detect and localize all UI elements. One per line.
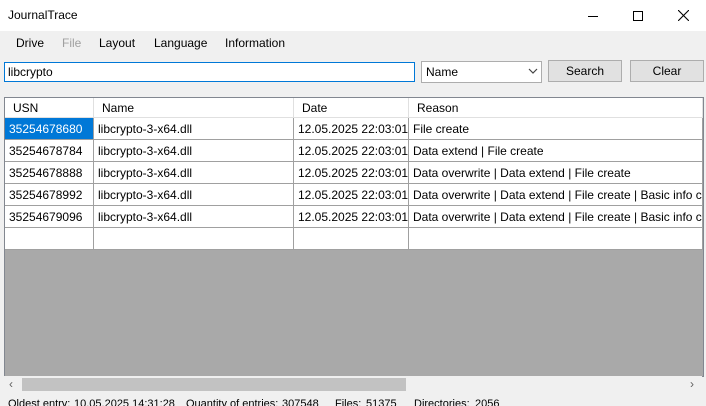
oldest-entry-label: Oldest entry: (8, 398, 71, 406)
window-title: JournalTrace (8, 8, 78, 22)
files-value: 51375 (366, 398, 397, 406)
column-header-name[interactable]: Name (94, 98, 294, 118)
cell-usn[interactable]: 35254679096 (5, 206, 94, 228)
column-header-date[interactable]: Date (294, 98, 409, 118)
cell-reason[interactable]: Data overwrite | Data extend | File crea… (409, 206, 703, 228)
column-header-usn[interactable]: USN (5, 98, 94, 118)
table-row[interactable]: 35254678992 libcrypto-3-x64.dll 12.05.20… (5, 184, 703, 206)
table-row[interactable]: 35254678680 libcrypto-3-x64.dll 12.05.20… (5, 118, 703, 140)
cell-usn-empty[interactable] (5, 228, 94, 250)
scrollbar-thumb[interactable] (22, 378, 406, 391)
search-input[interactable] (4, 62, 415, 82)
files-label: Files: (335, 398, 362, 406)
cell-date[interactable]: 12.05.2025 22:03:01 (294, 184, 409, 206)
cell-date-empty[interactable] (294, 228, 409, 250)
cell-reason[interactable]: File create (409, 118, 703, 140)
close-icon (677, 10, 689, 21)
menu-layout[interactable]: Layout (99, 36, 135, 50)
cell-date[interactable]: 12.05.2025 22:03:01 (294, 118, 409, 140)
search-field-dropdown[interactable]: Name (421, 61, 542, 83)
cell-name[interactable]: libcrypto-3-x64.dll (94, 140, 294, 162)
cell-usn[interactable]: 35254678992 (5, 184, 94, 206)
search-button[interactable]: Search (548, 60, 622, 82)
directories-value: 2056 (475, 398, 500, 406)
journal-table[interactable]: USN Name Date Reason 35254678680 libcryp… (4, 97, 704, 377)
cell-name[interactable]: libcrypto-3-x64.dll (94, 184, 294, 206)
cell-date[interactable]: 12.05.2025 22:03:01 (294, 162, 409, 184)
search-field-value: Name (426, 65, 459, 79)
cell-name[interactable]: libcrypto-3-x64.dll (94, 118, 294, 140)
scroll-right-icon[interactable]: › (690, 377, 694, 391)
menu-language[interactable]: Language (154, 36, 207, 50)
cell-date[interactable]: 12.05.2025 22:03:01 (294, 140, 409, 162)
cell-name-empty[interactable] (94, 228, 294, 250)
minimize-button[interactable] (570, 0, 616, 31)
cell-usn[interactable]: 35254678784 (5, 140, 94, 162)
directories-label: Directories: (414, 398, 470, 406)
close-button[interactable] (660, 0, 706, 31)
cell-date[interactable]: 12.05.2025 22:03:01 (294, 206, 409, 228)
cell-reason[interactable]: Data overwrite | Data extend | File crea… (409, 162, 703, 184)
chevron-down-icon (528, 68, 538, 74)
table-header: USN Name Date Reason (5, 98, 703, 118)
status-bar: Oldest entry: 10.05.2025 14:31:28 Quanti… (0, 395, 706, 406)
menu-bar: Drive File Layout Language Information (0, 31, 706, 55)
quantity-label: Quantity of entries: (186, 398, 279, 406)
maximize-button[interactable] (615, 0, 661, 31)
table-row[interactable]: 35254678784 libcrypto-3-x64.dll 12.05.20… (5, 140, 703, 162)
maximize-icon (633, 10, 643, 21)
minimize-icon (588, 15, 598, 17)
menu-file: File (62, 36, 82, 50)
table-row[interactable]: 35254679096 libcrypto-3-x64.dll 12.05.20… (5, 206, 703, 228)
horizontal-scrollbar[interactable]: ‹ › (4, 376, 702, 393)
new-row[interactable] (5, 228, 703, 250)
table-row[interactable]: 35254678888 libcrypto-3-x64.dll 12.05.20… (5, 162, 703, 184)
cell-reason-empty[interactable] (409, 228, 703, 250)
scroll-left-icon[interactable]: ‹ (9, 377, 13, 391)
cell-reason[interactable]: Data extend | File create (409, 140, 703, 162)
menu-drive[interactable]: Drive (16, 36, 44, 50)
quantity-value: 307548 (282, 398, 319, 406)
column-header-reason[interactable]: Reason (409, 98, 703, 118)
clear-button[interactable]: Clear (630, 60, 704, 82)
cell-usn[interactable]: 35254678680 (5, 118, 94, 140)
menu-information[interactable]: Information (225, 36, 285, 50)
oldest-entry-value: 10.05.2025 14:31:28 (74, 398, 175, 406)
cell-name[interactable]: libcrypto-3-x64.dll (94, 206, 294, 228)
cell-name[interactable]: libcrypto-3-x64.dll (94, 162, 294, 184)
cell-usn[interactable]: 35254678888 (5, 162, 94, 184)
cell-reason[interactable]: Data overwrite | Data extend | File crea… (409, 184, 703, 206)
title-bar: JournalTrace (0, 0, 706, 31)
